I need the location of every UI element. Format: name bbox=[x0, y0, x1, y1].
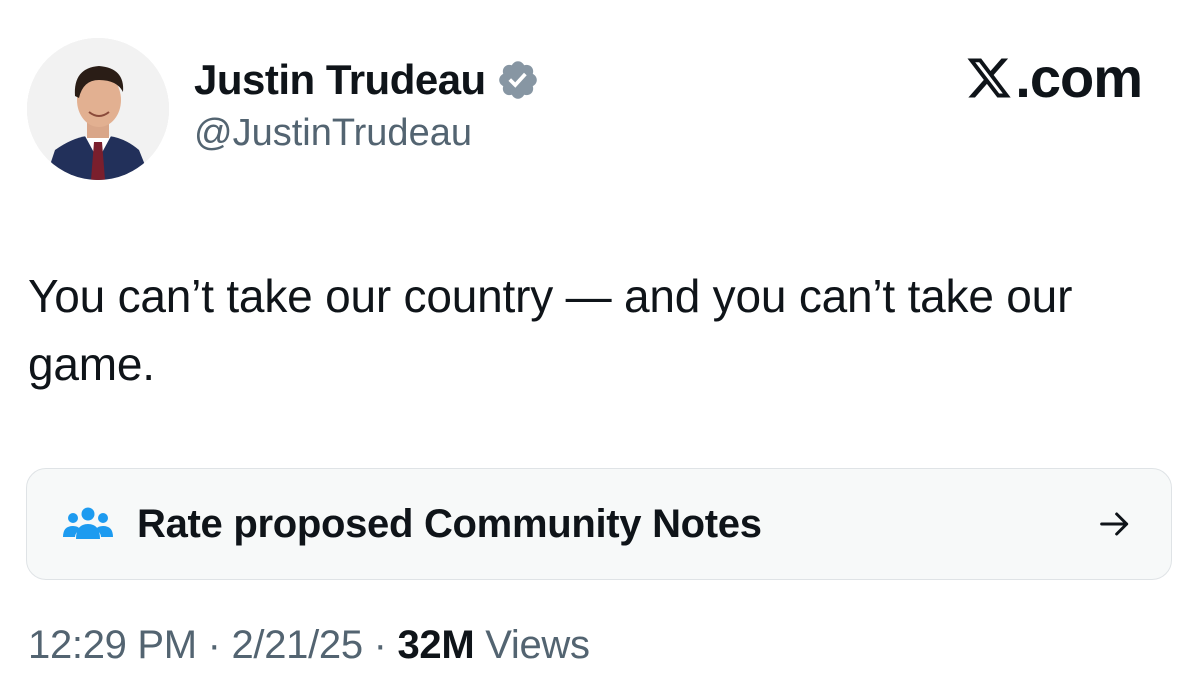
arrow-right-icon bbox=[1095, 504, 1135, 544]
x-com-brand: .com bbox=[965, 46, 1143, 109]
profile-photo bbox=[27, 38, 169, 180]
community-notes-label: Rate proposed Community Notes bbox=[137, 501, 762, 546]
x-logo-icon bbox=[965, 53, 1013, 103]
brand-text: .com bbox=[1015, 46, 1143, 109]
rate-community-notes-button[interactable]: Rate proposed Community Notes bbox=[26, 468, 1172, 580]
tweet-time[interactable]: 12:29 PM bbox=[28, 623, 197, 667]
tweet-meta: 12:29 PM · 2/21/25 · 32M Views bbox=[28, 620, 590, 670]
tweet-date[interactable]: 2/21/25 bbox=[231, 623, 363, 667]
author-handle[interactable]: @JustinTrudeau bbox=[194, 114, 472, 152]
people-icon bbox=[63, 505, 113, 543]
tweet-text: You can’t take our country — and you can… bbox=[28, 270, 1073, 390]
views-count: 32M bbox=[397, 623, 475, 667]
meta-separator: · bbox=[196, 623, 232, 667]
meta-separator: · bbox=[362, 623, 398, 667]
verified-badge-icon bbox=[496, 58, 540, 102]
avatar[interactable] bbox=[27, 38, 169, 180]
views-label: Views bbox=[474, 623, 590, 667]
author-name-row[interactable]: Justin Trudeau bbox=[194, 52, 540, 108]
display-name[interactable]: Justin Trudeau bbox=[194, 59, 486, 101]
